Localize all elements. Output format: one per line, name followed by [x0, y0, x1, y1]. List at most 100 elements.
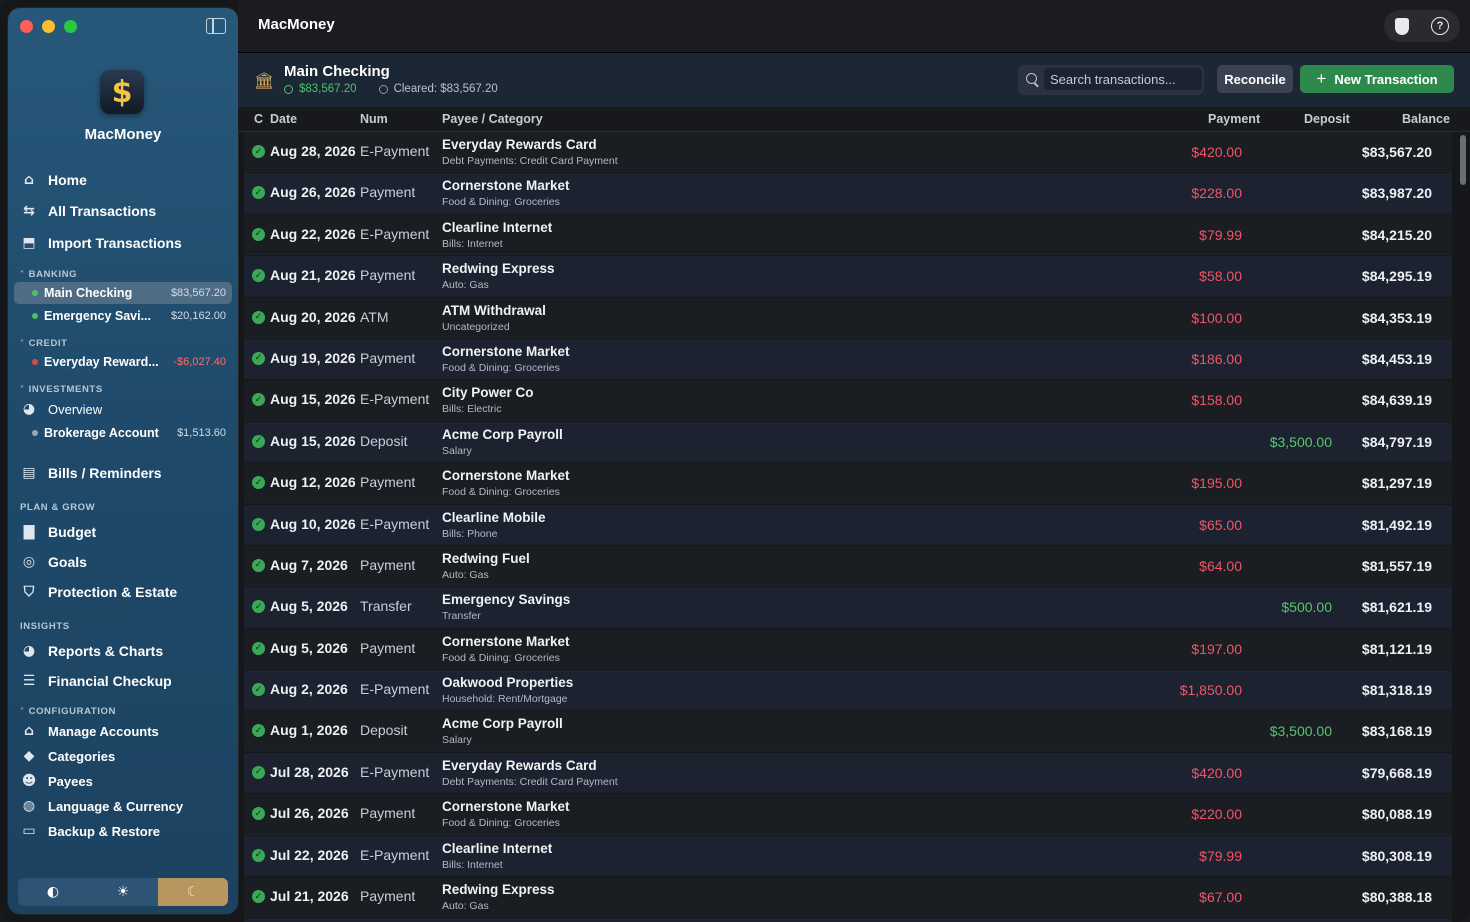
column-payee-category[interactable]: Payee / Category	[442, 112, 543, 126]
minimize-window-button[interactable]	[42, 20, 55, 33]
table-row[interactable]: ✓ Aug 7, 2026 Payment Redwing Fuel Auto: Gas…	[244, 545, 1452, 587]
table-row[interactable]: ✓ Jul 22, 2026 E-Payment Clearline Internet…	[244, 835, 1452, 877]
table-row[interactable]: ✓ Aug 26, 2026 Payment Cornerstone Market Fo…	[244, 173, 1452, 214]
table-row[interactable]: ✓ Aug 12, 2026 Payment Cornerstone Market Fo…	[244, 463, 1452, 504]
transaction-date: Aug 28, 2026	[270, 143, 356, 159]
auto-theme-icon[interactable]: ◐	[18, 878, 88, 906]
cleared-check-icon[interactable]: ✓	[252, 683, 265, 697]
column-date[interactable]: Date	[270, 112, 297, 126]
sidebar-account-everyday-rewards[interactable]: Everyday Reward... -$6,027.40	[14, 351, 232, 373]
cleared-check-icon[interactable]: ✓	[252, 848, 265, 862]
column-deposit[interactable]: Deposit	[1304, 112, 1350, 126]
transaction-date: Aug 7, 2026	[270, 556, 348, 573]
transaction-category: Uncategorized	[442, 320, 510, 333]
nav-reports-charts[interactable]: ◕ Reports & Charts	[20, 642, 163, 660]
table-row[interactable]: ✓ Aug 19, 2026 Payment Cornerstone Market Fo…	[244, 338, 1452, 380]
nav-all-transactions[interactable]: ⇆ All Transactions	[20, 202, 156, 220]
dark-theme-icon[interactable]: ☾	[158, 878, 228, 906]
table-row[interactable]: ✓ Aug 20, 2026 ATM ATM Withdrawal Uncategori…	[244, 297, 1452, 338]
cleared-check-icon[interactable]: ✓	[252, 765, 265, 779]
cleared-check-icon[interactable]: ✓	[252, 269, 265, 283]
table-row[interactable]: ✓ Aug 28, 2026 E-Payment Everyday Rewards C…	[244, 132, 1452, 173]
column-balance[interactable]: Balance	[1402, 112, 1450, 126]
transaction-payment: $65.00	[1199, 516, 1242, 533]
privacy-shield-icon[interactable]	[1395, 17, 1409, 35]
nav-financial-checkup[interactable]: ☰ Financial Checkup	[20, 672, 172, 690]
nav-manage-accounts[interactable]: ⌂ Manage Accounts	[20, 722, 159, 740]
table-row[interactable]: ✓ Aug 2, 2026 E-Payment Oakwood Properties H…	[244, 670, 1452, 711]
cleared-check-icon[interactable]: ✓	[252, 393, 265, 407]
transaction-payment: $79.99	[1199, 847, 1242, 864]
transaction-payment: $158.00	[1191, 392, 1242, 409]
transaction-date: Aug 5, 2026	[270, 639, 348, 656]
sidebar: $ MacMoney ⌂ Home ⇆ All Transactions ⬒ I…	[8, 8, 238, 914]
cleared-check-icon[interactable]: ✓	[252, 558, 265, 572]
nav-categories[interactable]: ◆ Categories	[20, 747, 116, 765]
transaction-deposit: $3,500.00	[1269, 723, 1332, 740]
section-investments[interactable]: ˅ INVESTMENTS	[20, 384, 103, 395]
nav-investments-overview[interactable]: ◕ Overview	[20, 400, 102, 418]
nav-language-currency[interactable]: ◍ Language & Currency	[20, 797, 183, 815]
close-window-button[interactable]	[20, 20, 33, 33]
cleared-check-icon[interactable]: ✓	[252, 145, 265, 158]
scrollbar[interactable]	[1460, 135, 1466, 185]
table-row[interactable]: ✓ Aug 15, 2026 E-Payment City Power Co Bills…	[244, 380, 1452, 421]
table-row[interactable]: ✓ Aug 5, 2026 Payment Cornerstone Market Foo…	[244, 628, 1452, 670]
transaction-balance: $84,639.19	[1361, 392, 1432, 409]
balance-icon	[284, 84, 293, 94]
table-row[interactable]: ✓ Jul 21, 2026 Payment Redwing Express Auto:…	[244, 877, 1452, 918]
cleared-check-icon[interactable]: ✓	[252, 600, 265, 614]
cleared-check-icon[interactable]: ✓	[252, 227, 265, 241]
table-row[interactable]: ✓ Aug 5, 2026 Transfer Emergency Savings Tra…	[244, 587, 1452, 628]
cleared-check-icon[interactable]: ✓	[252, 641, 265, 655]
transaction-date: Aug 1, 2026	[270, 722, 348, 739]
table-row[interactable]: ✓ Jul 26, 2026 Payment Cornerstone Market Fo…	[244, 794, 1452, 835]
account-balance-summary: $83,567.20 Cleared: $83,567.20	[284, 83, 498, 95]
sidebar-account-brokerage[interactable]: Brokerage Account $1,513.60	[14, 422, 232, 444]
cleared-check-icon[interactable]: ✓	[252, 724, 265, 738]
cleared-check-icon[interactable]: ✓	[252, 434, 265, 448]
help-icon[interactable]: ?	[1431, 17, 1449, 35]
nav-home[interactable]: ⌂ Home	[20, 171, 87, 189]
cleared-check-icon[interactable]: ✓	[252, 890, 265, 904]
transaction-balance: $84,453.19	[1361, 350, 1432, 367]
table-row[interactable]: ✓ Aug 15, 2026 Deposit Acme Corp Payroll Sal…	[244, 421, 1452, 463]
column-cleared[interactable]: C	[254, 112, 263, 126]
search-input[interactable]	[1044, 68, 1202, 90]
sidebar-toggle-icon[interactable]	[206, 18, 226, 34]
cleared-check-icon[interactable]: ✓	[252, 807, 265, 821]
nav-payees[interactable]: ☻ Payees	[20, 772, 93, 790]
sidebar-account-main-checking[interactable]: Main Checking $83,567.20	[14, 282, 232, 304]
section-banking[interactable]: ˅ BANKING	[20, 269, 77, 280]
nav-backup-restore[interactable]: ▭ Backup & Restore	[20, 822, 160, 840]
section-configuration[interactable]: ˅ CONFIGURATION	[20, 706, 116, 717]
table-row[interactable]: ✓ Aug 21, 2026 Payment Redwing Express Auto:…	[244, 256, 1452, 297]
theme-switcher: ◐ ☀ ☾	[18, 878, 228, 906]
cleared-check-icon[interactable]: ✓	[252, 351, 265, 365]
table-row[interactable]: ✓ Aug 10, 2026 E-Payment Clearline Mobile Bi…	[244, 504, 1452, 545]
column-payment[interactable]: Payment	[1208, 112, 1260, 126]
nav-protection-estate[interactable]: ⛉ Protection & Estate	[20, 583, 177, 601]
table-row[interactable]: ✓Jul 20, 2026ATMATM WithdrawalUncategori…	[244, 918, 1452, 922]
account-header: 🏛 Main Checking $83,567.20 Cleared: $83,…	[238, 53, 1470, 107]
cleared-check-icon[interactable]: ✓	[252, 186, 265, 200]
account-name: Brokerage Account	[44, 426, 159, 440]
section-credit[interactable]: ˅ CREDIT	[20, 338, 68, 349]
sidebar-account-emergency-savings[interactable]: Emergency Savi... $20,162.00	[14, 305, 232, 327]
table-row[interactable]: ✓ Aug 1, 2026 Deposit Acme Corp Payroll Sala…	[244, 711, 1452, 752]
table-row[interactable]: ✓ Jul 28, 2026 E-Payment Everyday Rewards C…	[244, 752, 1452, 794]
transaction-date: Aug 10, 2026	[270, 515, 356, 532]
nav-goals[interactable]: ◎ Goals	[20, 553, 87, 571]
table-row[interactable]: ✓ Aug 22, 2026 E-Payment Clearline Internet…	[244, 214, 1452, 256]
light-theme-icon[interactable]: ☀	[88, 878, 158, 906]
cleared-check-icon[interactable]: ✓	[252, 476, 265, 490]
column-num[interactable]: Num	[360, 112, 388, 126]
reconcile-button[interactable]: Reconcile	[1217, 65, 1293, 93]
nav-import-transactions[interactable]: ⬒ Import Transactions	[20, 234, 181, 252]
cleared-check-icon[interactable]: ✓	[252, 310, 265, 324]
new-transaction-button[interactable]: + New Transaction	[1300, 65, 1454, 93]
nav-budget[interactable]: ▇ Budget	[20, 523, 97, 541]
nav-bills-reminders[interactable]: ▤ Bills / Reminders	[20, 464, 161, 482]
zoom-window-button[interactable]	[64, 20, 77, 33]
cleared-check-icon[interactable]: ✓	[252, 517, 265, 531]
